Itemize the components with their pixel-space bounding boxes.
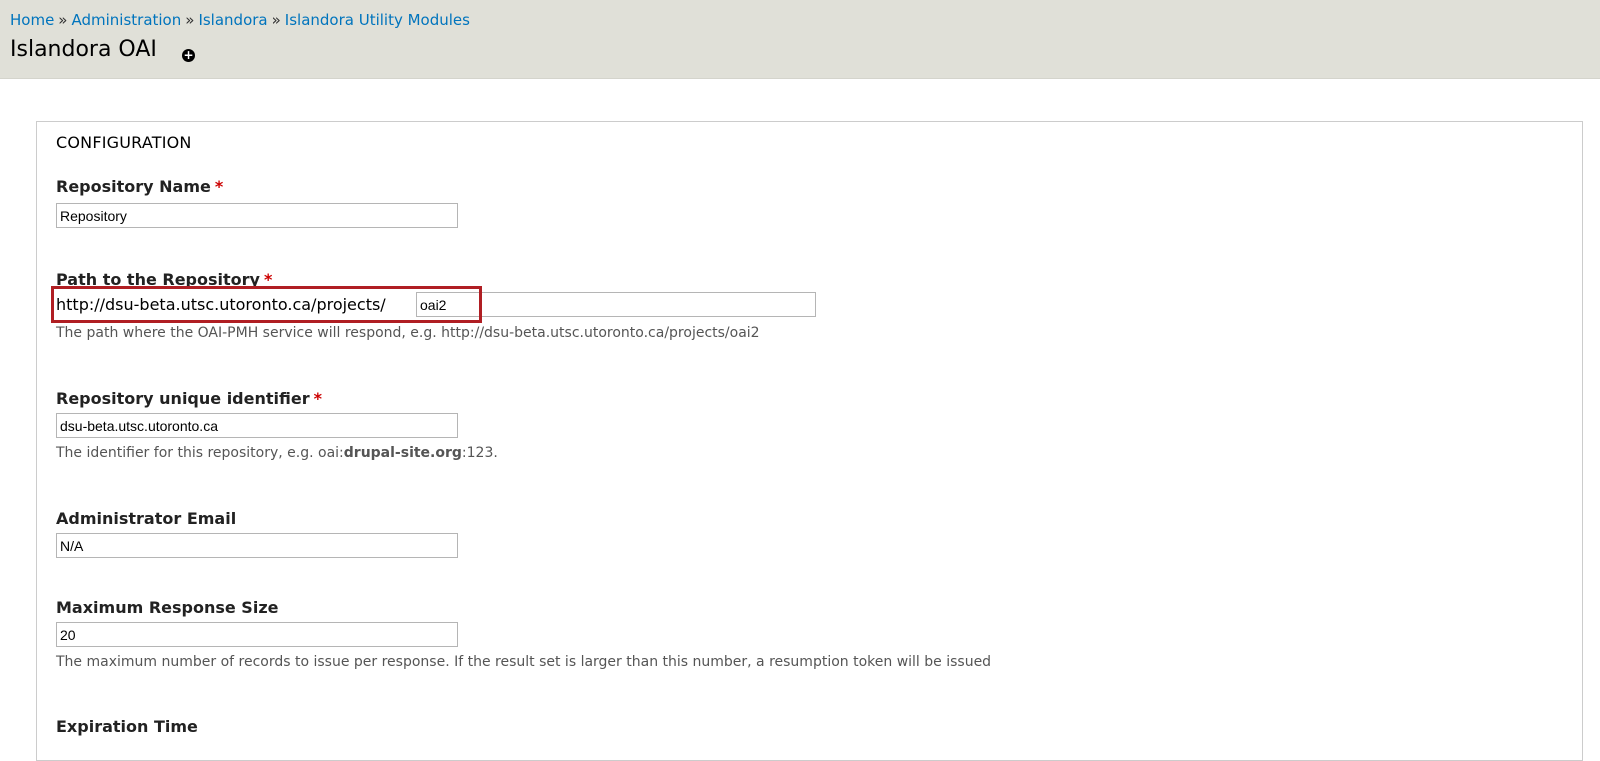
identifier-description: The identifier for this repository, e.g.… <box>56 445 498 461</box>
admin-email-input[interactable] <box>56 533 458 558</box>
expiration-label: Expiration Time <box>56 717 198 736</box>
identifier-label: Repository unique identifier * <box>56 389 322 408</box>
add-shortcut-icon[interactable]: + <box>182 49 195 62</box>
highlight-annotation <box>51 286 482 323</box>
repository-name-label-text: Repository Name <box>56 177 211 196</box>
max-response-description: The maximum number of records to issue p… <box>56 654 992 670</box>
identifier-input[interactable] <box>56 413 458 438</box>
repository-name-input[interactable] <box>56 203 458 228</box>
required-marker: * <box>313 389 322 408</box>
breadcrumb-home-link[interactable]: Home <box>10 11 54 29</box>
admin-email-label: Administrator Email <box>56 509 237 528</box>
breadcrumb-utility-modules-link[interactable]: Islandora Utility Modules <box>285 11 470 29</box>
repository-name-label: Repository Name * <box>56 177 223 196</box>
breadcrumb-islandora-link[interactable]: Islandora <box>198 11 267 29</box>
page-title: Islandora OAI <box>10 37 157 62</box>
breadcrumb-administration-link[interactable]: Administration <box>71 11 181 29</box>
path-description: The path where the OAI-PMH service will … <box>56 325 760 341</box>
identifier-description-bold: drupal-site.org <box>343 445 462 461</box>
identifier-description-post: :123. <box>461 445 498 461</box>
breadcrumb-separator: » <box>271 11 281 29</box>
breadcrumb: Home» Administration» Islandora» Islandora … <box>10 11 470 29</box>
required-marker: * <box>214 177 224 196</box>
page-header: Home» Administration» Islandora» Islandora … <box>0 0 1600 79</box>
fieldset-legend: CONFIGURATION <box>56 133 192 152</box>
breadcrumb-separator: » <box>185 11 195 29</box>
identifier-label-text: Repository unique identifier <box>56 389 310 408</box>
identifier-description-pre: The identifier for this repository, e.g.… <box>56 445 344 461</box>
max-response-label: Maximum Response Size <box>56 598 279 617</box>
max-response-input[interactable] <box>56 622 458 647</box>
breadcrumb-separator: » <box>58 11 68 29</box>
